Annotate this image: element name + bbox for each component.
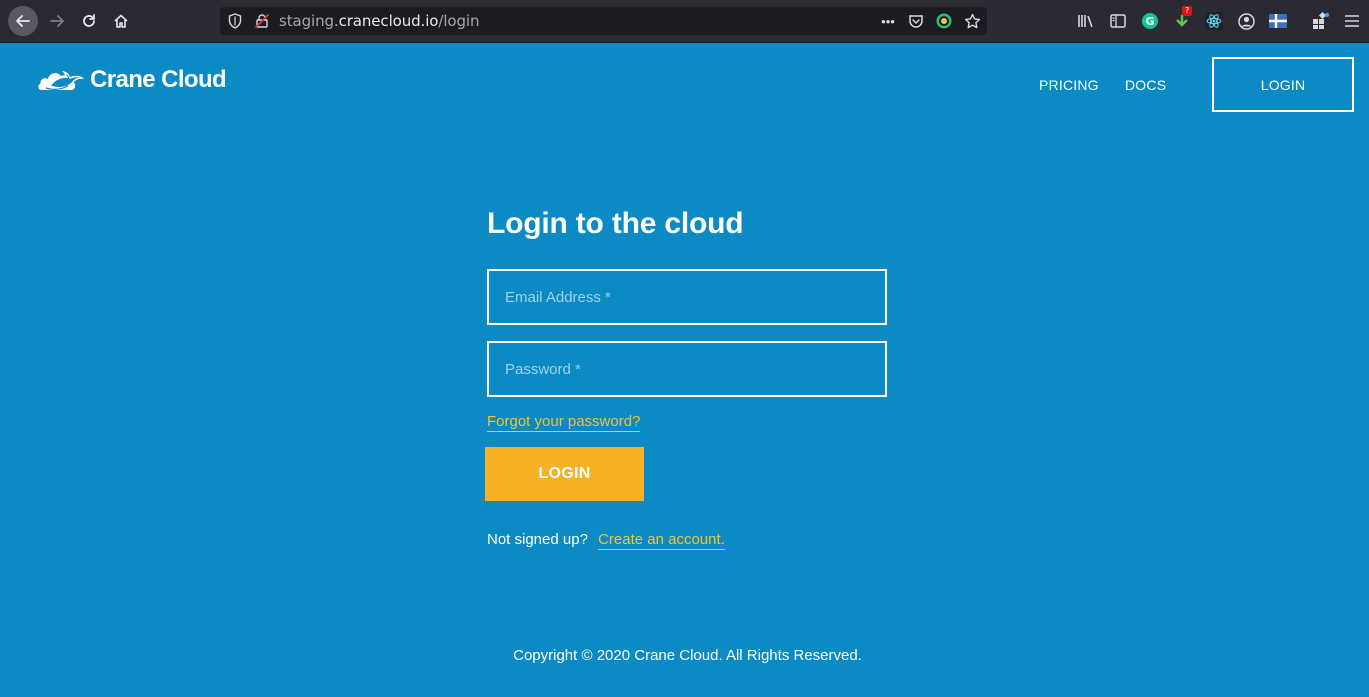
reload-button[interactable] xyxy=(74,6,104,36)
email-field[interactable] xyxy=(487,269,887,325)
nav-login-button[interactable]: LOGIN xyxy=(1212,57,1354,112)
browser-toolbar: staging.cranecloud.io/login ••• G ? xyxy=(0,0,1369,43)
extensions-icon[interactable] xyxy=(1311,12,1329,30)
bookmark-star-icon[interactable] xyxy=(963,12,981,30)
site-header: Crane Cloud PRICING DOCS LOGIN xyxy=(0,43,1369,125)
back-button[interactable] xyxy=(8,6,38,36)
url-path: /login xyxy=(438,12,480,30)
logo-text: Crane Cloud xyxy=(90,66,227,93)
home-icon xyxy=(114,14,128,28)
url-domain: cranecloud.io xyxy=(338,12,439,30)
home-button[interactable] xyxy=(106,6,136,36)
grammarly-icon[interactable]: G xyxy=(1141,12,1159,30)
download-icon[interactable]: ? xyxy=(1173,6,1193,30)
extension-target-icon[interactable] xyxy=(935,12,953,30)
svg-text:G: G xyxy=(1145,15,1154,28)
nav-docs-link[interactable]: DOCS xyxy=(1125,77,1166,93)
nav-pricing-link[interactable]: PRICING xyxy=(1039,77,1099,93)
password-field[interactable] xyxy=(487,341,887,397)
forgot-password-link[interactable]: Forgot your password? xyxy=(487,413,641,432)
crane-logo-icon xyxy=(38,70,85,90)
menu-icon[interactable] xyxy=(1343,12,1361,30)
insecure-lock-icon[interactable] xyxy=(254,13,270,34)
logo[interactable]: Crane Cloud xyxy=(36,64,227,96)
login-button[interactable]: LOGIN xyxy=(485,447,644,501)
tracking-shield-icon[interactable] xyxy=(228,13,242,34)
extension-flag-icon[interactable] xyxy=(1269,12,1287,30)
footer-copyright: Copyright © 2020 Crane Cloud. All Rights… xyxy=(513,647,862,664)
account-icon[interactable] xyxy=(1237,12,1255,30)
library-icon[interactable] xyxy=(1077,12,1095,30)
page-actions-icon[interactable]: ••• xyxy=(879,12,897,30)
signup-prompt: Not signed up? xyxy=(487,531,588,548)
forward-button[interactable] xyxy=(42,6,72,36)
reload-icon xyxy=(83,14,95,27)
forward-arrow-icon xyxy=(50,15,64,27)
download-badge: ? xyxy=(1182,6,1193,16)
signup-row: Not signed up? Create an account. xyxy=(487,531,725,550)
pocket-icon[interactable] xyxy=(907,12,925,30)
url-bar[interactable]: staging.cranecloud.io/login ••• xyxy=(220,7,987,35)
back-arrow-icon xyxy=(16,15,30,27)
url-subdomain: staging. xyxy=(279,12,339,30)
create-account-link[interactable]: Create an account. xyxy=(598,531,725,550)
sidebar-icon[interactable] xyxy=(1109,12,1127,30)
react-devtools-icon[interactable] xyxy=(1205,12,1223,30)
url-text[interactable]: staging.cranecloud.io/login xyxy=(279,12,479,30)
page-title: Login to the cloud xyxy=(487,207,744,240)
